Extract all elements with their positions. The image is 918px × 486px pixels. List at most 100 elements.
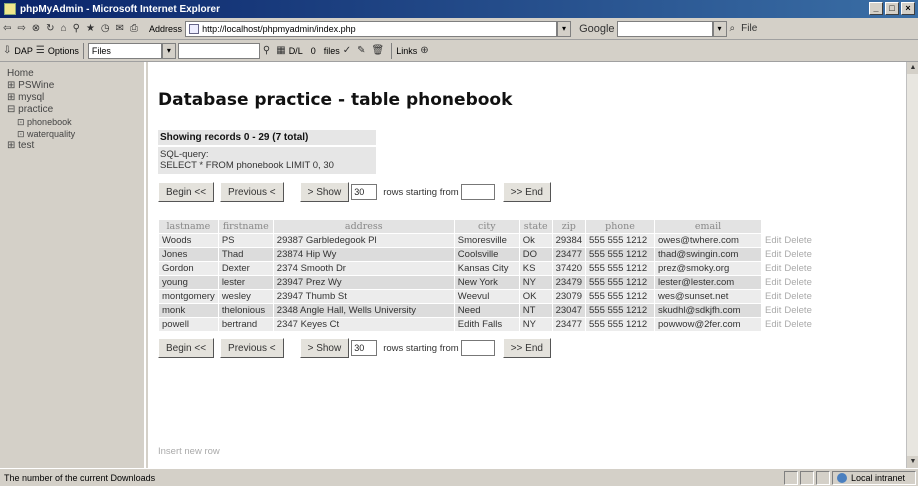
binoculars-icon[interactable]: ⌕ bbox=[730, 23, 736, 34]
cell-firstname: PS bbox=[218, 234, 273, 247]
scroll-up-icon[interactable]: ▲ bbox=[907, 62, 918, 74]
nav-item-practice[interactable]: ⊟ practice bbox=[7, 104, 144, 116]
pen-icon[interactable]: ✎ bbox=[357, 45, 365, 56]
files-select[interactable]: Files bbox=[87, 42, 162, 59]
cell-address: 23947 Prez Wy bbox=[273, 276, 454, 289]
header-address[interactable]: address bbox=[273, 220, 454, 233]
show-button[interactable]: > Show bbox=[299, 182, 350, 202]
edit-link[interactable]: Edit bbox=[765, 291, 781, 302]
links-icon[interactable]: ⊕ bbox=[420, 45, 428, 56]
mail-icon[interactable]: ✉ bbox=[116, 23, 124, 34]
start-row-input-bottom[interactable] bbox=[460, 340, 495, 356]
address-dropdown[interactable]: ▾ bbox=[557, 20, 572, 37]
end-button[interactable]: >> End bbox=[502, 182, 551, 202]
nav-item-mysql[interactable]: ⊞ mysql bbox=[7, 92, 144, 104]
minimize-button[interactable]: _ bbox=[869, 2, 883, 15]
close-button[interactable]: × bbox=[901, 2, 915, 15]
maximize-button[interactable]: □ bbox=[885, 2, 899, 15]
files-dropdown[interactable]: ▾ bbox=[161, 42, 176, 59]
edit-link[interactable]: Edit bbox=[765, 319, 781, 330]
header-actions-spacer bbox=[762, 220, 818, 233]
pagination-bottom: Begin << Previous < > Show 30 rows start… bbox=[158, 337, 906, 359]
search-icon[interactable]: ⚲ bbox=[73, 23, 80, 34]
home-icon[interactable]: ⌂ bbox=[61, 23, 67, 34]
show-count-input-bottom[interactable]: 30 bbox=[351, 340, 378, 356]
row-actions: Edit Delete bbox=[762, 276, 818, 289]
history-icon[interactable]: ◷ bbox=[101, 23, 110, 34]
header-lastname[interactable]: lastname bbox=[159, 220, 218, 233]
cell-address: 23874 Hip Wy bbox=[273, 248, 454, 261]
table-row: powell bertrand 2347 Keyes Ct Edith Falls NY… bbox=[159, 318, 818, 331]
edit-link[interactable]: Edit bbox=[765, 249, 781, 260]
google-search-input[interactable] bbox=[616, 20, 713, 37]
status-panel-3 bbox=[816, 470, 830, 485]
header-email[interactable]: email bbox=[655, 220, 762, 233]
refresh-icon[interactable]: ↻ bbox=[46, 23, 54, 34]
dap-label[interactable]: DAP bbox=[14, 46, 33, 56]
stop-icon[interactable]: ⊗ bbox=[32, 23, 40, 34]
edit-link[interactable]: Edit bbox=[765, 235, 781, 246]
delete-link[interactable]: Delete bbox=[784, 305, 811, 316]
nav-item-waterquality[interactable]: ⊡ waterquality bbox=[7, 128, 144, 140]
nav-item-pswine[interactable]: ⊞ PSWine bbox=[7, 80, 144, 92]
toolbar-divider-2 bbox=[391, 42, 393, 59]
download-url-input[interactable] bbox=[177, 42, 260, 59]
address-input[interactable]: http://localhost/phpmyadmin/index.php bbox=[185, 20, 558, 37]
nav-item-home[interactable]: Home bbox=[7, 68, 144, 80]
print-icon[interactable]: ⎙ bbox=[130, 23, 138, 34]
delete-link[interactable]: Delete bbox=[784, 249, 811, 260]
delete-link[interactable]: Delete bbox=[784, 263, 811, 274]
edit-link[interactable]: Edit bbox=[765, 305, 781, 316]
show-count-input[interactable]: 30 bbox=[351, 184, 378, 200]
back-icon[interactable]: ⇦ bbox=[3, 23, 11, 34]
cell-lastname: Woods bbox=[159, 234, 218, 247]
trash-icon[interactable]: 🗑 bbox=[372, 45, 385, 56]
cell-state: NT bbox=[519, 304, 552, 317]
dap-icon[interactable]: ⇩ bbox=[3, 45, 11, 56]
options-icon[interactable]: ☰ bbox=[36, 45, 45, 56]
begin-button[interactable]: Begin << bbox=[158, 182, 215, 202]
header-phone[interactable]: phone bbox=[586, 220, 655, 233]
favorites-icon[interactable]: ★ bbox=[86, 23, 95, 34]
google-dropdown[interactable]: ▾ bbox=[712, 20, 727, 37]
header-firstname[interactable]: firstname bbox=[218, 220, 273, 233]
database-nav-panel: Home ⊞ PSWine ⊞ mysql ⊟ practice ⊡ phone… bbox=[0, 62, 146, 468]
cell-email: owes@twhere.com bbox=[655, 234, 762, 247]
vertical-scrollbar[interactable]: ▲ ▼ bbox=[906, 62, 918, 468]
options-label[interactable]: Options bbox=[48, 46, 79, 56]
header-city[interactable]: city bbox=[454, 220, 519, 233]
previous-button-bottom[interactable]: Previous < bbox=[220, 338, 284, 358]
file-menu[interactable]: File bbox=[741, 23, 757, 34]
show-button-bottom[interactable]: > Show bbox=[299, 338, 350, 358]
intranet-zone-icon bbox=[837, 472, 847, 483]
start-row-input[interactable] bbox=[460, 184, 495, 200]
edit-link[interactable]: Edit bbox=[765, 263, 781, 274]
previous-button[interactable]: Previous < bbox=[220, 182, 284, 202]
toolbar-divider bbox=[82, 42, 84, 59]
links-label[interactable]: Links bbox=[396, 46, 417, 56]
delete-link[interactable]: Delete bbox=[784, 277, 811, 288]
header-state[interactable]: state bbox=[519, 220, 552, 233]
row-actions: Edit Delete bbox=[762, 290, 818, 303]
window-title: phpMyAdmin - Microsoft Internet Explorer bbox=[20, 3, 221, 15]
cell-zip: 23047 bbox=[552, 304, 586, 317]
edit-link[interactable]: Edit bbox=[765, 277, 781, 288]
check-icon[interactable]: ✓ bbox=[343, 45, 351, 56]
delete-link[interactable]: Delete bbox=[784, 235, 811, 246]
cell-address: 29387 Garbledegook Pl bbox=[273, 234, 454, 247]
row-actions: Edit Delete bbox=[762, 304, 818, 317]
nav-item-test[interactable]: ⊞ test bbox=[7, 140, 144, 152]
address-label: Address bbox=[149, 23, 183, 34]
nav-item-phonebook[interactable]: ⊡ phonebook bbox=[7, 116, 144, 128]
end-button-bottom[interactable]: >> End bbox=[502, 338, 551, 358]
delete-link[interactable]: Delete bbox=[784, 291, 811, 302]
dl-label: D/L bbox=[288, 45, 303, 56]
delete-link[interactable]: Delete bbox=[784, 319, 811, 330]
forward-icon[interactable]: ⇨ bbox=[17, 23, 25, 34]
insert-new-row-link[interactable]: Insert new row bbox=[158, 446, 220, 457]
begin-button-bottom[interactable]: Begin << bbox=[158, 338, 215, 358]
header-zip[interactable]: zip bbox=[552, 220, 586, 233]
search-go-icon[interactable]: ⚲ bbox=[263, 45, 270, 56]
grid-icon[interactable]: ▦ bbox=[276, 45, 285, 56]
scroll-down-icon[interactable]: ▼ bbox=[907, 456, 918, 468]
